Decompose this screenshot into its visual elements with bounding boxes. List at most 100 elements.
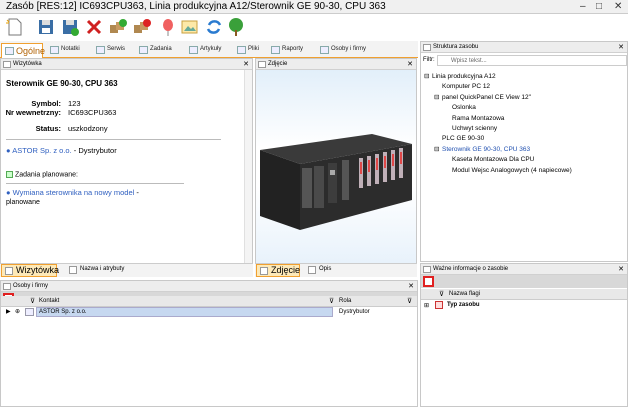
divider <box>6 139 221 140</box>
filter-icon[interactable]: ⊽ <box>329 297 334 305</box>
task-line: ● Wymiana sterownika na nowy model - <box>6 188 139 197</box>
tree-node[interactable]: Oslonka <box>424 103 572 113</box>
tree-node[interactable]: Komputer PC 12 <box>424 82 572 92</box>
filter-icon[interactable]: ⊽ <box>30 297 35 305</box>
divider <box>6 183 184 184</box>
remove-group-icon[interactable] <box>132 17 152 37</box>
card-icon <box>5 267 13 275</box>
wizytowka-header: Wizytówka ✕ <box>1 59 252 70</box>
osoby-grid-header: ⊽ Kontakt ⊽ Rola ⊽ <box>1 296 417 307</box>
tree-node[interactable]: Kaseta Montazowa Dla CPU <box>424 155 572 165</box>
close-icon[interactable]: ✕ <box>408 282 414 290</box>
osoby-header: Osoby i firmy ✕ <box>1 281 417 292</box>
toolbar <box>0 14 628 40</box>
delete-icon[interactable] <box>84 17 104 37</box>
tree-node[interactable]: Modul Wejsc Analogowych (4 napiecowe) <box>424 166 572 176</box>
save-as-icon[interactable] <box>60 17 80 37</box>
tab-wizytowka[interactable]: Wizytówka <box>1 264 59 277</box>
task-status: planowane <box>6 199 40 206</box>
expand-icon[interactable]: ⊕ <box>15 308 20 315</box>
save-icon[interactable] <box>36 17 56 37</box>
expand-icon[interactable]: ⊟ <box>434 93 442 103</box>
maximize-button[interactable]: □ <box>596 1 602 12</box>
tree-node[interactable]: ⊟ panel QuickPanel CE View 12" <box>424 93 572 103</box>
wazne-header: Ważne informacje o zasobie ✕ <box>421 264 627 275</box>
tree-node[interactable]: ⊟ Linia produkcyjna A12 <box>424 72 572 82</box>
tab-artykuly[interactable]: Artykuły <box>186 43 223 58</box>
balloon-icon[interactable] <box>158 17 178 37</box>
expand-icon[interactable]: ⊟ <box>424 72 432 82</box>
task-link[interactable]: Wymiana sterownika na nowy model <box>13 188 135 197</box>
close-window-button[interactable]: ✕ <box>614 1 622 12</box>
add-group-icon[interactable] <box>108 17 128 37</box>
refresh-icon[interactable] <box>204 17 224 37</box>
company-link[interactable]: ASTOR Sp. z o.o. <box>12 146 71 155</box>
window-title: Zasób [RES:12] IC693CPU363, Linia produk… <box>6 1 386 12</box>
general-icon <box>5 47 14 55</box>
close-icon[interactable]: ✕ <box>407 60 413 68</box>
close-icon[interactable]: ✕ <box>618 43 624 51</box>
tab-zdjecie[interactable]: Zdjęcie <box>256 264 300 277</box>
tab-serwis[interactable]: Serwis <box>93 43 127 58</box>
tree-icon[interactable] <box>226 17 246 37</box>
tab-pliki[interactable]: Pliki <box>234 43 261 58</box>
tree-node[interactable]: ⊟ Sterownik GE 90-30, CPU 363 <box>424 145 572 155</box>
internal-number-value: IC693CPU363 <box>68 108 117 117</box>
tree-node-label: Komputer PC 12 <box>442 83 491 91</box>
structure-tree: ⊟ Linia produkcyjna A12 Komputer PC 12 ⊟ pan… <box>424 72 572 176</box>
filter-icon[interactable]: ⊽ <box>439 290 444 298</box>
expand-icon[interactable]: ⊞ <box>424 302 429 309</box>
tree-node-label: Modul Wejsc Analogowych (4 napiecowe) <box>452 166 572 174</box>
close-icon[interactable]: ✕ <box>618 265 624 273</box>
tab-opis[interactable]: Opis <box>305 264 331 277</box>
struktura-panel: Struktura zasobu ✕ Filtr: Wpisz tekst...… <box>420 41 628 262</box>
company-line: ● ASTOR Sp. z o.o. - Dystrybutor <box>6 146 117 155</box>
filter-input[interactable]: Wpisz tekst... <box>437 55 627 66</box>
new-icon[interactable] <box>4 17 24 37</box>
flag-group-row[interactable]: ⊞ Typ zasobu <box>421 300 627 311</box>
zdjecie-bottom-tabs: Zdjęcie Opis <box>255 263 417 277</box>
close-icon[interactable]: ✕ <box>243 60 249 68</box>
contact-cell[interactable]: ASTOR Sp. z o.o. <box>36 307 333 317</box>
filter-label: Filtr: <box>423 57 435 63</box>
tab-notatki[interactable]: Notatki <box>47 43 82 58</box>
zdjecie-header: Zdjęcie ✕ <box>256 59 416 70</box>
title-bar: Zasób [RES:12] IC693CPU363, Linia produk… <box>0 0 628 14</box>
tab-zadania[interactable]: Zadania <box>136 43 174 58</box>
tree-node[interactable]: Rama Montazowa <box>424 114 572 124</box>
structure-icon <box>423 44 431 51</box>
picture-icon <box>260 267 268 275</box>
company-icon <box>25 308 34 316</box>
minimize-button[interactable]: – <box>580 1 586 12</box>
tab-raporty[interactable]: Raporty <box>268 43 305 58</box>
expand-icon[interactable]: ⊟ <box>434 145 442 155</box>
tab-osoby-i-firmy[interactable]: Osoby i firmy <box>317 43 368 58</box>
tree-node[interactable]: PLC GE 90-30 <box>424 134 572 144</box>
tree-node-label: Uchwyt scienny <box>452 125 498 133</box>
tree-node[interactable]: Uchwyt scienny <box>424 124 572 134</box>
tree-node-label: Oslonka <box>452 104 476 112</box>
flags-grid-header: ⊽ Nazwa flagi <box>421 289 627 300</box>
service-icon <box>96 46 105 54</box>
article-icon <box>189 46 198 54</box>
report-icon <box>271 46 280 54</box>
tab-nazwa-i-atrybuty[interactable]: Nazwa i atrybuty <box>66 264 124 277</box>
tab-ogolne[interactable]: Ogólne <box>1 43 45 58</box>
company-role: - Dystrybutor <box>71 146 117 155</box>
scrollbar[interactable] <box>244 70 252 276</box>
card-icon <box>3 61 11 68</box>
task-icon <box>139 46 148 54</box>
tree-node-label: Rama Montazowa <box>452 114 505 122</box>
picture-icon <box>258 61 266 68</box>
wazne-toolbar <box>421 275 627 288</box>
table-row[interactable]: ▶ ⊕ ASTOR Sp. z o.o. Dystrybutor <box>1 307 417 317</box>
image-icon[interactable] <box>180 17 200 37</box>
wazne-panel: Ważne informacje o zasobie ✕ ⊽ Nazwa fla… <box>420 263 628 407</box>
files-icon <box>237 46 246 54</box>
add-flag-button[interactable] <box>423 276 434 287</box>
osoby-panel: Osoby i firmy ✕ ⊽ Kontakt ⊽ Rola ⊽ ▶ ⊕ A… <box>0 280 418 407</box>
tree-node-label: Linia produkcyjna A12 <box>432 73 496 80</box>
attributes-icon <box>69 266 77 274</box>
filter-icon[interactable]: ⊽ <box>407 297 412 305</box>
status-value: uszkodzony <box>68 124 108 133</box>
